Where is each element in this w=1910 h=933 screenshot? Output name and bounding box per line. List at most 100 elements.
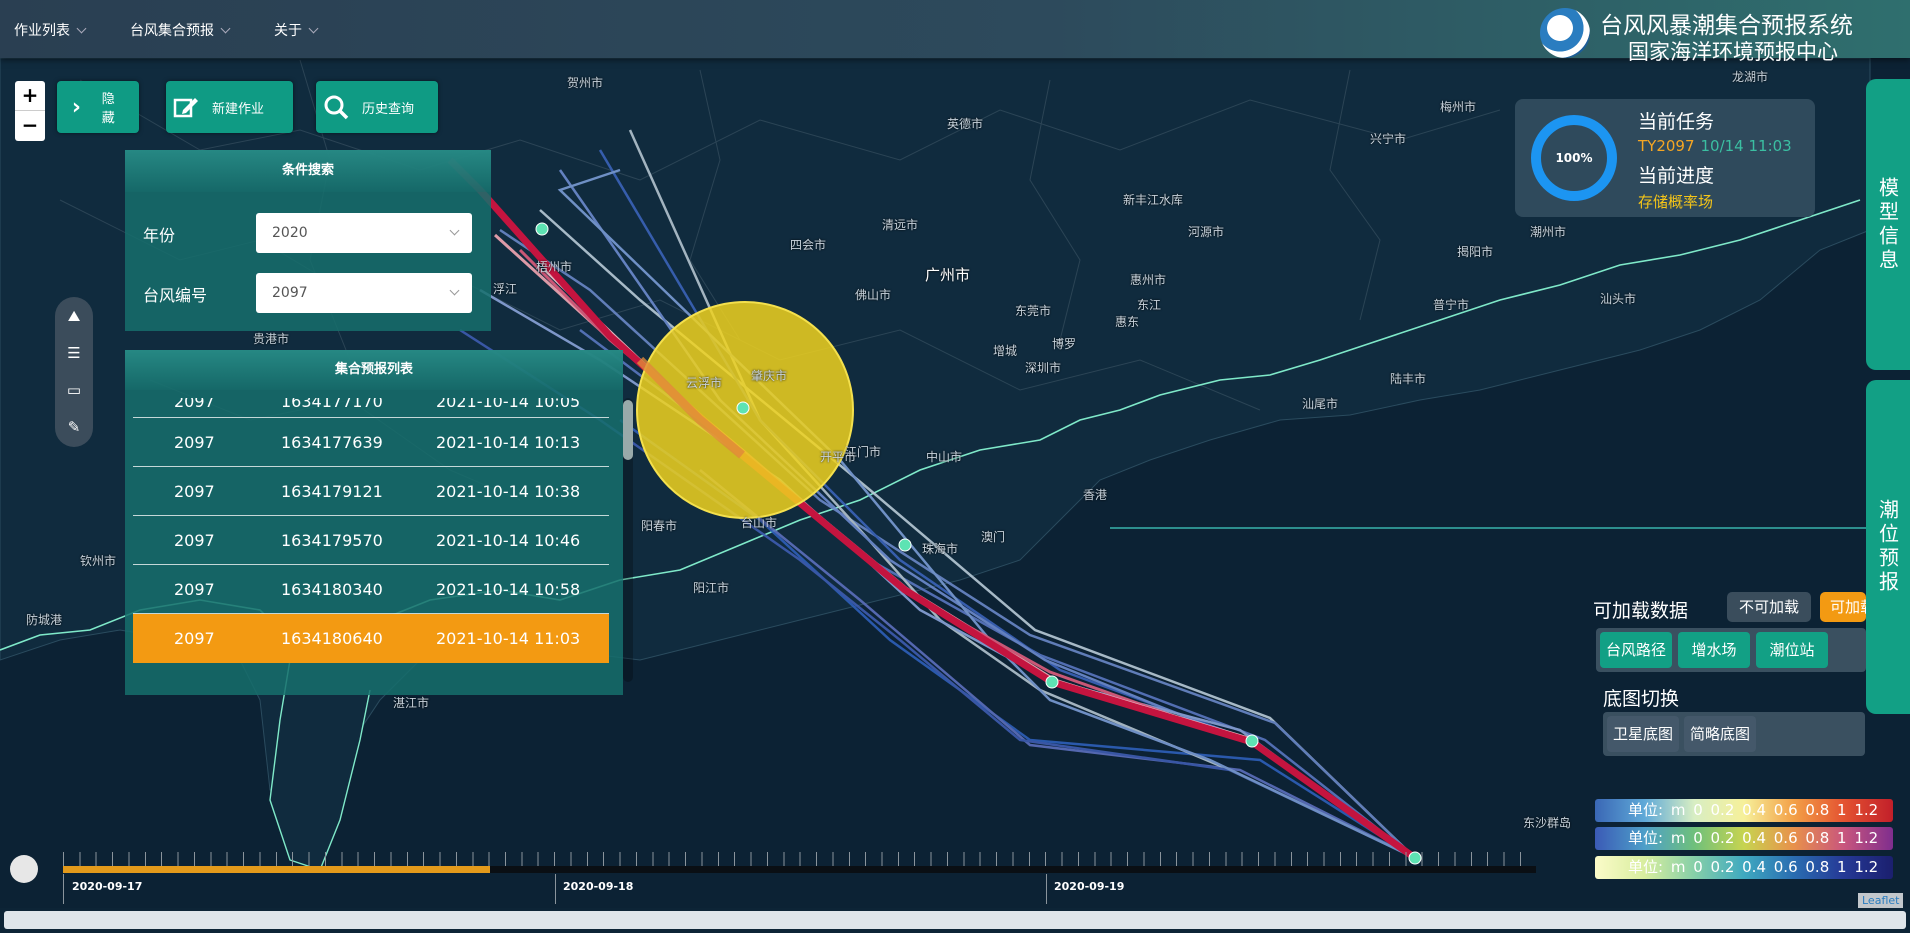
cell-id: 1634177639 bbox=[281, 432, 383, 452]
ensemble-forecast-list-title: 集合预报列表 bbox=[125, 350, 623, 390]
map-label: 四会市 bbox=[790, 238, 827, 252]
table-row[interactable]: 2097 1634177170 2021-10-14 10:05 bbox=[133, 398, 609, 418]
progress-ring-label: 100% bbox=[1555, 151, 1593, 165]
chevron-down-icon bbox=[76, 23, 87, 34]
map-label: 阳春市 bbox=[641, 519, 678, 533]
map-label: 梧州市 bbox=[536, 260, 573, 274]
map-label: 清远市 bbox=[882, 218, 919, 232]
history-query-button[interactable]: 历史查询 bbox=[316, 81, 438, 133]
surge-field-layer-button[interactable]: 增水场 bbox=[1678, 632, 1750, 668]
simple-basemap-button[interactable]: 简略底图 bbox=[1684, 716, 1756, 752]
map-label: 云浮市 bbox=[686, 376, 723, 390]
map-label: 湛江市 bbox=[393, 696, 430, 710]
condition-search-panel: 条件搜索 年份 2020 台风编号 2097 bbox=[125, 150, 491, 331]
list-scrollbar[interactable] bbox=[623, 398, 633, 682]
map-label: 陆丰市 bbox=[1390, 372, 1427, 386]
list-icon[interactable]: ☰ bbox=[55, 334, 93, 371]
new-job-button[interactable]: 新建作业 bbox=[166, 81, 293, 133]
nav-about[interactable]: 关于 bbox=[274, 20, 319, 40]
map-label: 东沙群岛 bbox=[1523, 816, 1572, 830]
chevron-down-icon bbox=[308, 23, 319, 34]
tab-model-info[interactable]: 模型信息 bbox=[1866, 79, 1910, 370]
timeline-date-label: 2020-09-19 bbox=[1054, 880, 1125, 893]
table-row[interactable]: 2097 1634179570 2021-10-14 10:46 bbox=[133, 516, 609, 565]
cell-time: 2021-10-14 10:05 bbox=[436, 398, 581, 411]
nav-ensemble-forecast-label: 台风集合预报 bbox=[130, 23, 214, 39]
cell-id: 1634177170 bbox=[281, 398, 383, 411]
cell-typhoon: 2097 bbox=[174, 398, 215, 411]
top-nav-bar: 作业列表 台风集合预报 关于 台风风暴潮集合预报系统 国家海洋环境预报中心 bbox=[0, 0, 1910, 64]
map-label: 增城 bbox=[993, 344, 1018, 358]
table-row-selected[interactable]: 2097 1634180640 2021-10-14 11:03 bbox=[133, 614, 609, 663]
map-label: 汕尾市 bbox=[1302, 397, 1339, 411]
system-title: 台风风暴潮集合预报系统 bbox=[1600, 13, 1853, 39]
surge-legend-1: 单位: m 0 0.2 0.4 0.6 0.8 1 1.2 bbox=[1595, 799, 1893, 822]
basemap-button-bar: 卫星底图 简略底图 bbox=[1603, 712, 1865, 756]
nav-job-list[interactable]: 作业列表 bbox=[14, 20, 87, 40]
cell-typhoon: 2097 bbox=[174, 530, 215, 550]
current-task-card: 100% 当前任务 TY2097 10/14 11:03 当前进度 存储概率场 bbox=[1515, 99, 1815, 217]
monitor-icon[interactable]: ▭ bbox=[55, 371, 93, 408]
timeline-ticks bbox=[63, 852, 1536, 866]
nav-about-label: 关于 bbox=[274, 23, 302, 39]
year-select[interactable]: 2020 bbox=[256, 213, 472, 253]
map-label: 贺州市 bbox=[567, 76, 604, 90]
current-task-value: TY2097 10/14 11:03 bbox=[1638, 137, 1792, 155]
map-label: 英德市 bbox=[947, 117, 984, 131]
map-label: 潮州市 bbox=[1530, 225, 1567, 239]
cell-id: 1634180340 bbox=[281, 579, 383, 599]
map-label: 广州市 bbox=[925, 266, 971, 284]
map-layer-icon[interactable]: ⛰ bbox=[55, 297, 93, 334]
map-label: 珠海市 bbox=[922, 542, 959, 556]
nav-ensemble-forecast[interactable]: 台风集合预报 bbox=[130, 20, 231, 40]
zoom-out-button[interactable]: − bbox=[15, 111, 45, 141]
map-label: 惠州市 bbox=[1130, 273, 1167, 287]
scrollbar-thumb[interactable] bbox=[623, 400, 633, 460]
timeline-date-label: 2020-09-17 bbox=[72, 880, 143, 893]
map-label: 东江 bbox=[1137, 298, 1162, 312]
typhoon-number-value: 2097 bbox=[272, 285, 308, 301]
map-label: 汕头市 bbox=[1600, 292, 1637, 306]
map-label: 深圳市 bbox=[1025, 361, 1062, 375]
cell-id: 1634179121 bbox=[281, 481, 383, 501]
hide-button[interactable]: › 隐藏 bbox=[57, 81, 139, 133]
cell-time: 2021-10-14 10:38 bbox=[436, 481, 581, 501]
progress-ring: 100% bbox=[1531, 115, 1617, 201]
condition-search-title: 条件搜索 bbox=[125, 150, 491, 192]
leaflet-attribution[interactable]: Leaflet bbox=[1858, 893, 1904, 908]
cell-time: 2021-10-14 10:58 bbox=[436, 579, 581, 599]
table-row[interactable]: 2097 1634180340 2021-10-14 10:58 bbox=[133, 565, 609, 614]
satellite-basemap-button[interactable]: 卫星底图 bbox=[1607, 716, 1679, 752]
year-select-value: 2020 bbox=[272, 225, 308, 241]
tab-tide-forecast[interactable]: 潮位预报 bbox=[1866, 380, 1910, 714]
ensemble-forecast-list-panel: 集合预报列表 2097 1634177170 2021-10-14 10:05 … bbox=[125, 350, 633, 695]
map-label: 揭阳市 bbox=[1457, 245, 1494, 259]
typhoon-track-layer-button[interactable]: 台风路径 bbox=[1600, 632, 1672, 668]
timeline-day-divider bbox=[555, 874, 556, 904]
map-label: 贵港市 bbox=[253, 332, 290, 346]
timeline-play-knob[interactable] bbox=[10, 855, 38, 883]
horizontal-scrollbar[interactable] bbox=[4, 911, 1906, 929]
system-subtitle: 国家海洋环境预报中心 bbox=[1628, 40, 1838, 64]
map-label: 台山市 bbox=[741, 516, 778, 530]
typhoon-number-select[interactable]: 2097 bbox=[256, 273, 472, 313]
zoom-control: + − bbox=[15, 81, 45, 141]
tide-station-layer-button[interactable]: 潮位站 bbox=[1756, 632, 1828, 668]
typhoon-number-label: 台风编号 bbox=[143, 286, 208, 305]
cell-id: 1634179570 bbox=[281, 530, 383, 550]
map-label: 东莞市 bbox=[1015, 304, 1052, 318]
map-label: 新丰江水库 bbox=[1123, 193, 1184, 207]
map-tool-bar: ⛰ ☰ ▭ ✎ bbox=[55, 297, 93, 447]
zoom-in-button[interactable]: + bbox=[15, 81, 45, 111]
timeline-progress bbox=[63, 866, 491, 873]
loadable-data-title: 可加载数据 bbox=[1593, 600, 1689, 622]
cell-id: 1634180640 bbox=[281, 629, 383, 648]
map-label: 惠东 bbox=[1115, 315, 1140, 329]
table-row[interactable]: 2097 1634177639 2021-10-14 10:13 bbox=[133, 418, 609, 467]
forecast-list: 2097 1634177170 2021-10-14 10:05 2097 16… bbox=[133, 398, 609, 682]
nav-job-list-label: 作业列表 bbox=[14, 23, 70, 39]
table-row[interactable]: 2097 1634179121 2021-10-14 10:38 bbox=[133, 467, 609, 516]
edit-icon bbox=[166, 81, 206, 133]
ruler-icon[interactable]: ✎ bbox=[55, 408, 93, 445]
chevron-down-icon bbox=[449, 225, 460, 236]
